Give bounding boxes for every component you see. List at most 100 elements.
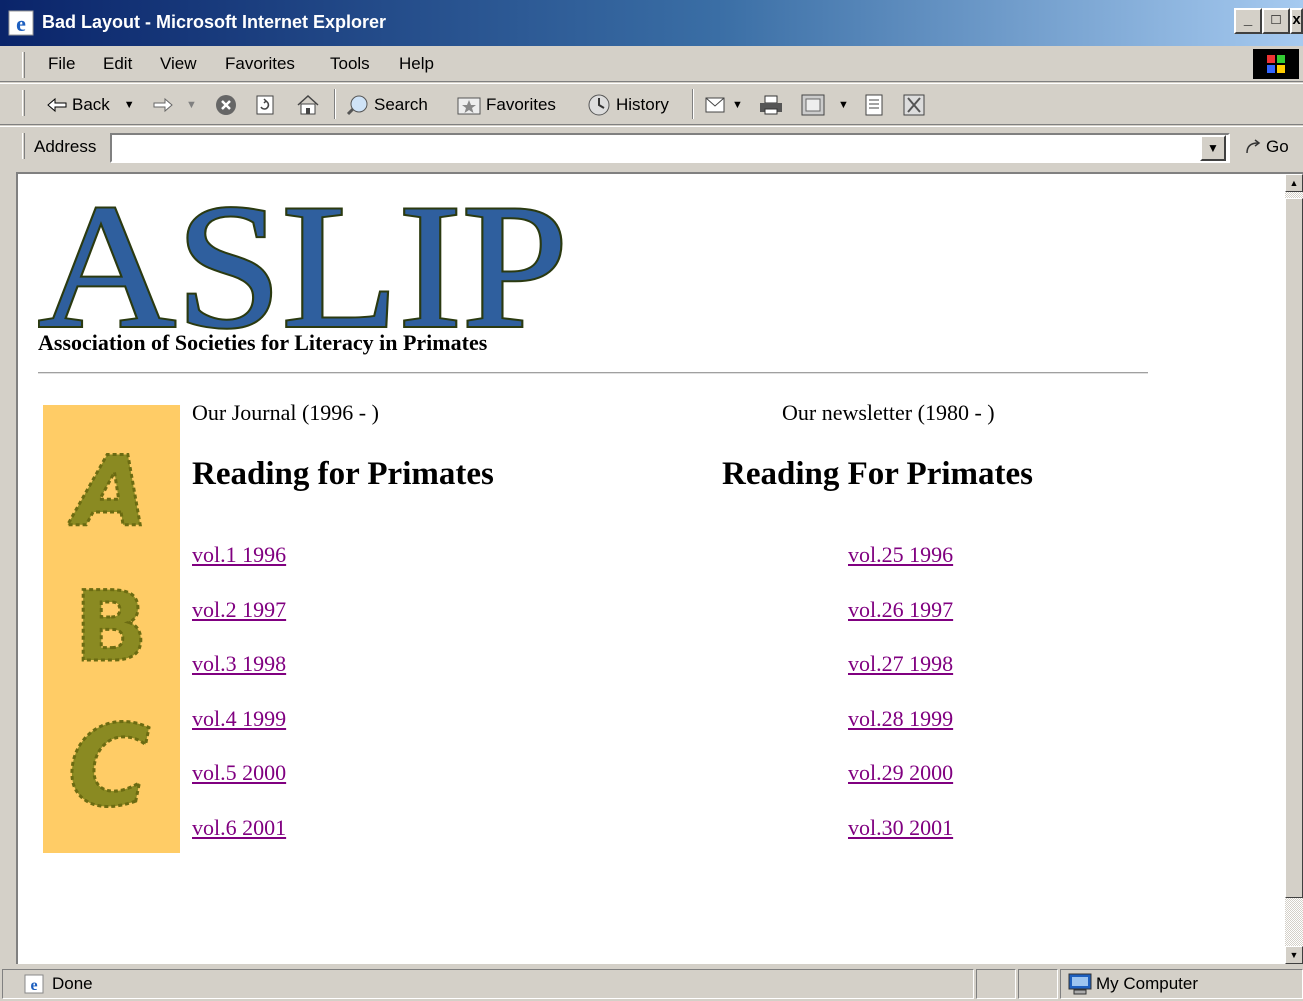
journal-link-vol2[interactable]: vol.2 1997 <box>192 597 286 623</box>
go-button[interactable]: Go <box>1244 137 1289 157</box>
search-button[interactable]: Search <box>346 92 428 118</box>
mail-button[interactable]: ▼ <box>704 92 743 118</box>
menu-edit[interactable]: Edit <box>103 54 132 74</box>
journal-link-vol3[interactable]: vol.3 1998 <box>192 651 286 677</box>
menu-bar: File Edit View Favorites Tools Help <box>0 46 1303 82</box>
toolbar-separator <box>334 89 336 119</box>
windows-logo-icon <box>1253 49 1299 79</box>
forward-arrow-icon <box>153 97 173 113</box>
messenger-button[interactable] <box>902 92 926 118</box>
journal-link-vol4[interactable]: vol.4 1999 <box>192 706 286 732</box>
newsletter-caption: Our newsletter (1980 - ) <box>782 400 995 425</box>
page-done-icon: e <box>24 974 44 994</box>
home-icon <box>297 94 319 115</box>
toolbar-grip[interactable] <box>22 90 25 116</box>
abc-image: A B C <box>43 405 180 853</box>
maximize-button[interactable]: □ <box>1262 8 1290 34</box>
horizontal-rule <box>38 372 1148 374</box>
journal-heading: Reading for Primates <box>192 456 494 492</box>
journal-caption: Our Journal (1996 - ) <box>192 400 379 425</box>
toolbar-separator <box>692 89 694 119</box>
aslip-logo: ASLIP <box>38 198 570 338</box>
minimize-button[interactable]: _ <box>1234 8 1262 34</box>
favorites-button[interactable]: Favorites <box>456 92 556 118</box>
newsletter-link-vol27[interactable]: vol.27 1998 <box>848 651 953 677</box>
address-label: Address <box>34 137 97 156</box>
menu-grip[interactable] <box>22 52 25 78</box>
back-button[interactable]: Back ▼ <box>46 92 135 118</box>
standard-toolbar: Back ▼ ▼ Search Favorites History ▼ ▼ <box>0 83 1303 125</box>
status-text: Done <box>52 974 93 993</box>
abc-letters-graphic: A B C <box>65 435 151 834</box>
close-button[interactable]: x <box>1290 8 1303 34</box>
newsletter-link-vol30[interactable]: vol.30 2001 <box>848 815 953 841</box>
svg-text:A: A <box>67 436 148 548</box>
forward-button[interactable]: ▼ <box>152 92 197 118</box>
newsletter-link-vol26[interactable]: vol.26 1997 <box>848 597 953 623</box>
newsletter-link-vol25[interactable]: vol.25 1996 <box>848 542 953 568</box>
go-arrow-icon <box>1246 139 1261 154</box>
menu-view[interactable]: View <box>160 54 197 74</box>
messenger-icon <box>903 94 925 116</box>
journal-link-vol6[interactable]: vol.6 2001 <box>192 815 286 841</box>
status-security-panel <box>1018 969 1058 999</box>
go-label: Go <box>1266 137 1289 156</box>
scroll-down-icon[interactable]: ▼ <box>1285 946 1303 964</box>
internet-explorer-icon: e <box>8 10 34 36</box>
svg-text:e: e <box>16 11 26 36</box>
status-bar: e Done My Computer <box>0 966 1303 1001</box>
menu-tools[interactable]: Tools <box>330 54 370 74</box>
favorites-icon <box>457 97 481 115</box>
forward-dropdown-icon[interactable]: ▼ <box>186 99 197 111</box>
page-viewport[interactable]: ASLIP Association of Societies for Liter… <box>16 172 1303 964</box>
window-title: Bad Layout - Microsoft Internet Explorer <box>42 12 387 32</box>
status-progress-panel <box>976 969 1016 999</box>
newsletter-heading: Reading For Primates <box>722 456 1034 492</box>
address-grip[interactable] <box>22 133 25 159</box>
svg-text:C: C <box>68 702 150 832</box>
newsletter-link-vol28[interactable]: vol.28 1999 <box>848 706 953 732</box>
address-bar: Address ▼ Go <box>0 126 1303 168</box>
window-title-bar[interactable]: e Bad Layout - Microsoft Internet Explor… <box>0 0 1303 46</box>
svg-text:B: B <box>74 571 147 683</box>
edit-button[interactable]: ▼ <box>800 92 849 118</box>
edit-dropdown-icon[interactable]: ▼ <box>838 99 849 111</box>
back-arrow-icon <box>47 97 67 113</box>
history-button[interactable]: History <box>586 92 669 118</box>
search-label: Search <box>374 95 428 114</box>
discuss-button[interactable] <box>862 92 886 118</box>
journal-link-vol5[interactable]: vol.5 2000 <box>192 760 286 786</box>
refresh-button[interactable] <box>254 92 276 118</box>
print-icon <box>760 95 782 115</box>
history-icon <box>588 94 610 116</box>
address-input[interactable] <box>110 133 1230 163</box>
favorites-label: Favorites <box>486 95 556 114</box>
address-dropdown-icon[interactable]: ▼ <box>1200 135 1226 161</box>
status-main-panel <box>2 969 974 999</box>
scroll-up-icon[interactable]: ▲ <box>1285 174 1303 192</box>
my-computer-icon <box>1068 973 1092 995</box>
history-label: History <box>616 95 669 114</box>
svg-text:e: e <box>30 977 37 994</box>
menu-file[interactable]: File <box>48 54 75 74</box>
journal-link-vol1[interactable]: vol.1 1996 <box>192 542 286 568</box>
logo-subtitle: Association of Societies for Literacy in… <box>38 330 488 355</box>
menu-favorites[interactable]: Favorites <box>225 54 295 74</box>
mail-dropdown-icon[interactable]: ▼ <box>732 99 743 111</box>
back-dropdown-icon[interactable]: ▼ <box>124 99 135 111</box>
print-button[interactable] <box>758 92 784 118</box>
mail-icon <box>705 97 725 113</box>
scrollbar-thumb[interactable] <box>1285 198 1303 898</box>
logo-text: ASLIP <box>38 198 568 338</box>
back-label: Back <box>72 95 110 114</box>
refresh-icon <box>256 95 274 115</box>
menu-help[interactable]: Help <box>399 54 434 74</box>
newsletter-link-vol29[interactable]: vol.29 2000 <box>848 760 953 786</box>
edit-icon <box>801 94 825 116</box>
home-button[interactable] <box>296 92 320 118</box>
stop-button[interactable] <box>214 92 238 118</box>
search-icon <box>346 95 368 116</box>
discuss-icon <box>865 94 883 116</box>
vertical-scrollbar[interactable]: ▲ ▼ <box>1285 174 1303 964</box>
stop-icon <box>216 95 236 115</box>
